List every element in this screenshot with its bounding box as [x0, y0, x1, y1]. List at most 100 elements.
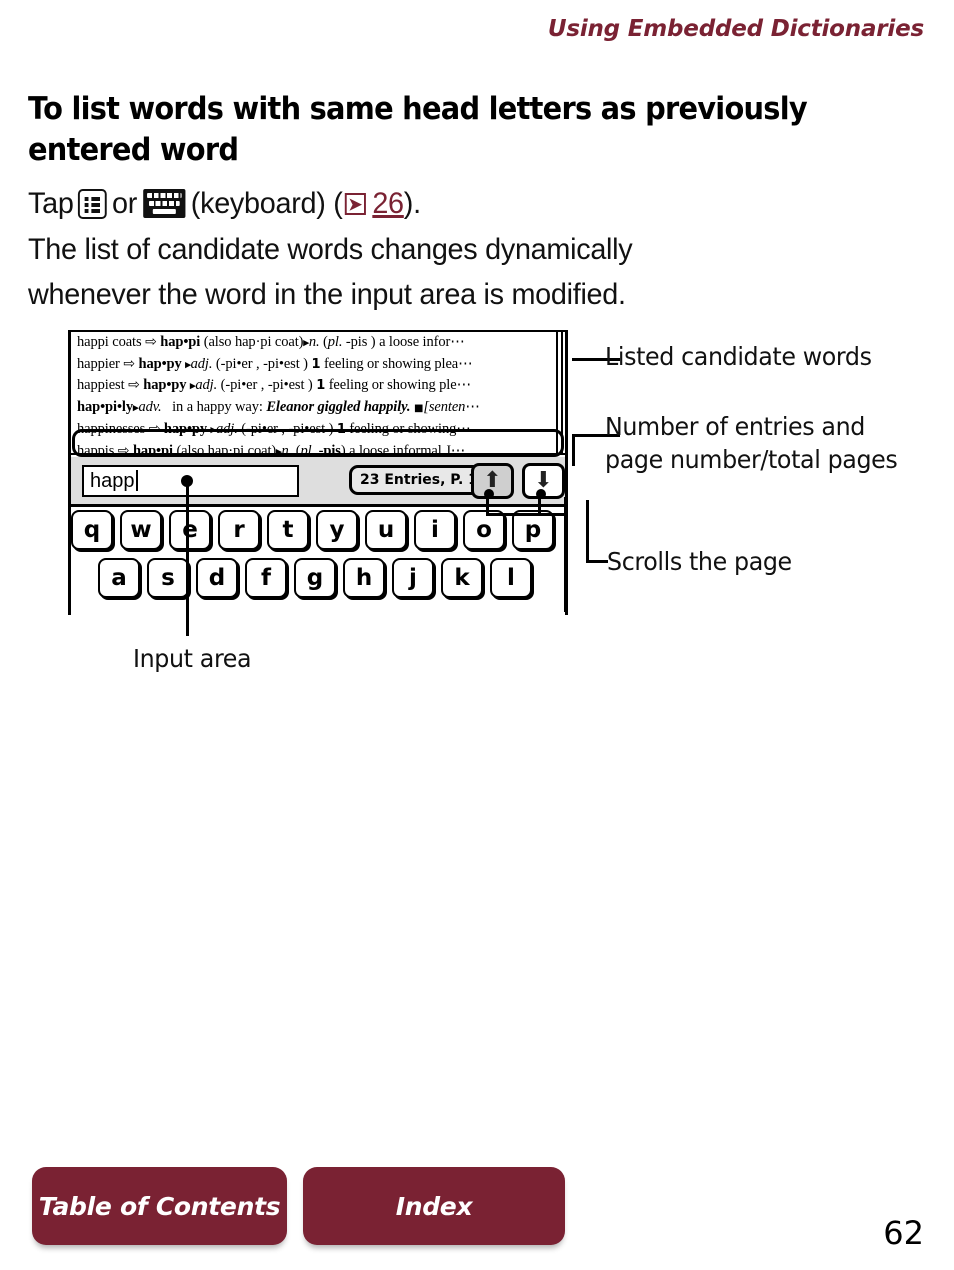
truncation-ellipsis: ⋯ [458, 355, 473, 372]
device-screenshot: happi coats ⇨ hap•pi (also hap·pi coat)▸… [68, 330, 568, 615]
key-t[interactable]: t [267, 510, 309, 550]
candidate-word-list[interactable]: happi coats ⇨ hap•pi (also hap·pi coat)▸… [71, 330, 565, 455]
candidate-headword: happier [77, 355, 120, 372]
key-h[interactable]: h [343, 558, 385, 598]
keyboard-row-1: q w e r t y u i o p [71, 510, 565, 550]
key-f[interactable]: f [245, 558, 287, 598]
sense-number: 1 [311, 356, 321, 372]
key-q[interactable]: q [71, 510, 113, 550]
index-button[interactable]: Index [303, 1167, 565, 1245]
key-j[interactable]: j [392, 558, 434, 598]
input-toolbar: happ 23 Entries, P. 1/2 ⬆ ⬇ [71, 457, 565, 507]
leader-line-scrolls-vertical [586, 500, 589, 562]
inflection: -pis ) [345, 334, 376, 350]
leader-line-scrolls-horizontal [586, 560, 608, 563]
list-scrollbar[interactable] [555, 332, 565, 453]
entry-headword: hap•pi [160, 334, 201, 350]
definition-text: feeling or showing ple [328, 377, 457, 393]
example-sentence: Eleanor giggled happily. [266, 398, 411, 415]
truncation-ellipsis: ⋯ [456, 377, 472, 393]
dynamic-line-1: The list of candidate words changes dyna… [28, 233, 633, 266]
key-d[interactable]: d [196, 558, 238, 598]
running-head: Using Embedded Dictionaries [547, 16, 924, 42]
text-caret [135, 470, 138, 491]
candidate-headword: happinesses [77, 421, 146, 437]
maps-to-arrow-icon: ⇨ [128, 378, 140, 393]
entry-headword: hap•pi•ly [77, 398, 134, 415]
key-p[interactable]: p [512, 510, 554, 550]
keyboard-icon[interactable] [142, 189, 186, 218]
instruction-dynamic-paragraph: The list of candidate words changes dyna… [28, 227, 863, 317]
truncation-ellipsis: ⋯ [465, 398, 480, 415]
dynamic-line-2: whenever the word in the input area is m… [28, 278, 626, 311]
key-a[interactable]: a [98, 558, 140, 598]
definition-text: a loose informal J [349, 442, 451, 455]
paren-open: ( [333, 187, 343, 220]
candidate-headword: happiest [77, 377, 125, 393]
usage-note: [senten [423, 398, 466, 415]
inflection: -pi•er , -pi•est ) [220, 355, 308, 372]
maps-to-arrow-icon: ⇨ [123, 356, 135, 372]
key-y[interactable]: y [316, 510, 358, 550]
key-e[interactable]: e [169, 510, 211, 550]
candidate-list-item[interactable]: happis ⇨ hap•pi (also hap·pi coat)▸n. (p… [71, 441, 565, 455]
key-i[interactable]: i [414, 510, 456, 550]
sense-number: 1 [336, 422, 346, 437]
key-s[interactable]: s [147, 558, 189, 598]
page-reference-link[interactable]: 26 [372, 181, 404, 226]
sense-number: 1 [316, 378, 326, 393]
part-of-speech: adj. [216, 421, 238, 437]
inflection: -pi•er , -pi•est ) [246, 421, 334, 437]
part-of-speech: n. [308, 334, 320, 350]
inflection: -pis [318, 442, 341, 455]
part-of-speech: adv. [138, 398, 162, 415]
maps-to-arrow-icon: ⇨ [148, 422, 161, 437]
callout-scrolls-the-page: Scrolls the page [607, 547, 792, 576]
candidate-headword: happi coats [77, 334, 142, 350]
maps-to-arrow-icon: ⇨ [117, 443, 130, 455]
entry-variant: (also hap·pi coat) [203, 334, 304, 350]
inflection: -pi•er , -pi•est ) [225, 377, 313, 393]
inflection-italic: pl. [300, 442, 316, 455]
definition-text: a loose infor [379, 334, 451, 350]
key-o[interactable]: o [463, 510, 505, 550]
maps-to-arrow-icon: ⇨ [145, 335, 157, 350]
page-number: 62 [883, 1214, 924, 1252]
callout-entries-line-1: Number of entries and [605, 412, 865, 441]
leader-dot-input [181, 475, 193, 487]
tap-prefix-text: Tap [28, 187, 74, 220]
definition-text: feeling or showing plea [323, 355, 459, 372]
entry-headword: hap•pi [132, 442, 173, 455]
truncation-ellipsis: ⋯ [450, 334, 465, 350]
key-l[interactable]: l [490, 558, 532, 598]
key-g[interactable]: g [294, 558, 336, 598]
candidate-list-item[interactable]: happiest ⇨ hap•py ▸adj. (-pi•er , -pi•es… [71, 375, 565, 397]
definition-text: feeling or showing [349, 421, 457, 437]
page-reference-arrow-icon: ➤ [344, 192, 366, 215]
key-r[interactable]: r [218, 510, 260, 550]
candidate-list-item[interactable]: happinesses ⇨ hap•py ▸adj. (-pi•er , -pi… [71, 419, 565, 441]
tap-or-text: or [111, 187, 138, 220]
callout-listed-candidate-words: Listed candidate words [605, 342, 872, 371]
callout-number-of-entries: Number of entries and page number/total … [605, 410, 919, 476]
part-of-speech: adj. [195, 377, 218, 393]
callout-entries-line-2: page number/total pages [605, 445, 898, 474]
leader-line-entries-box-top [572, 434, 575, 466]
candidate-list-item[interactable]: hap•pi•ly▸adv. in a happy way: Eleanor g… [71, 397, 565, 420]
candidate-list-item[interactable]: happier ⇨ hap•py ▸adj. (-pi•er , -pi•est… [71, 354, 565, 376]
note-marker-icon: ■ [413, 402, 424, 414]
part-of-speech: n. [281, 442, 293, 455]
candidate-list-item[interactable]: happi coats ⇨ hap•pi (also hap·pi coat)▸… [71, 332, 565, 354]
inflection-close: ) [340, 442, 346, 455]
list-icon[interactable] [78, 188, 108, 219]
truncation-ellipsis: ⋯ [456, 421, 471, 437]
entry-headword: hap•py [143, 377, 187, 393]
table-of-contents-button[interactable]: Table of Contents [32, 1167, 287, 1245]
entry-variant: (also hap·pi coat) [176, 442, 277, 455]
candidate-headword: happis [77, 442, 115, 455]
key-k[interactable]: k [441, 558, 483, 598]
key-w[interactable]: w [120, 510, 162, 550]
keyboard-label-text: (keyboard) [190, 187, 326, 220]
key-u[interactable]: u [365, 510, 407, 550]
page-title: To list words with same head letters as … [28, 90, 808, 168]
